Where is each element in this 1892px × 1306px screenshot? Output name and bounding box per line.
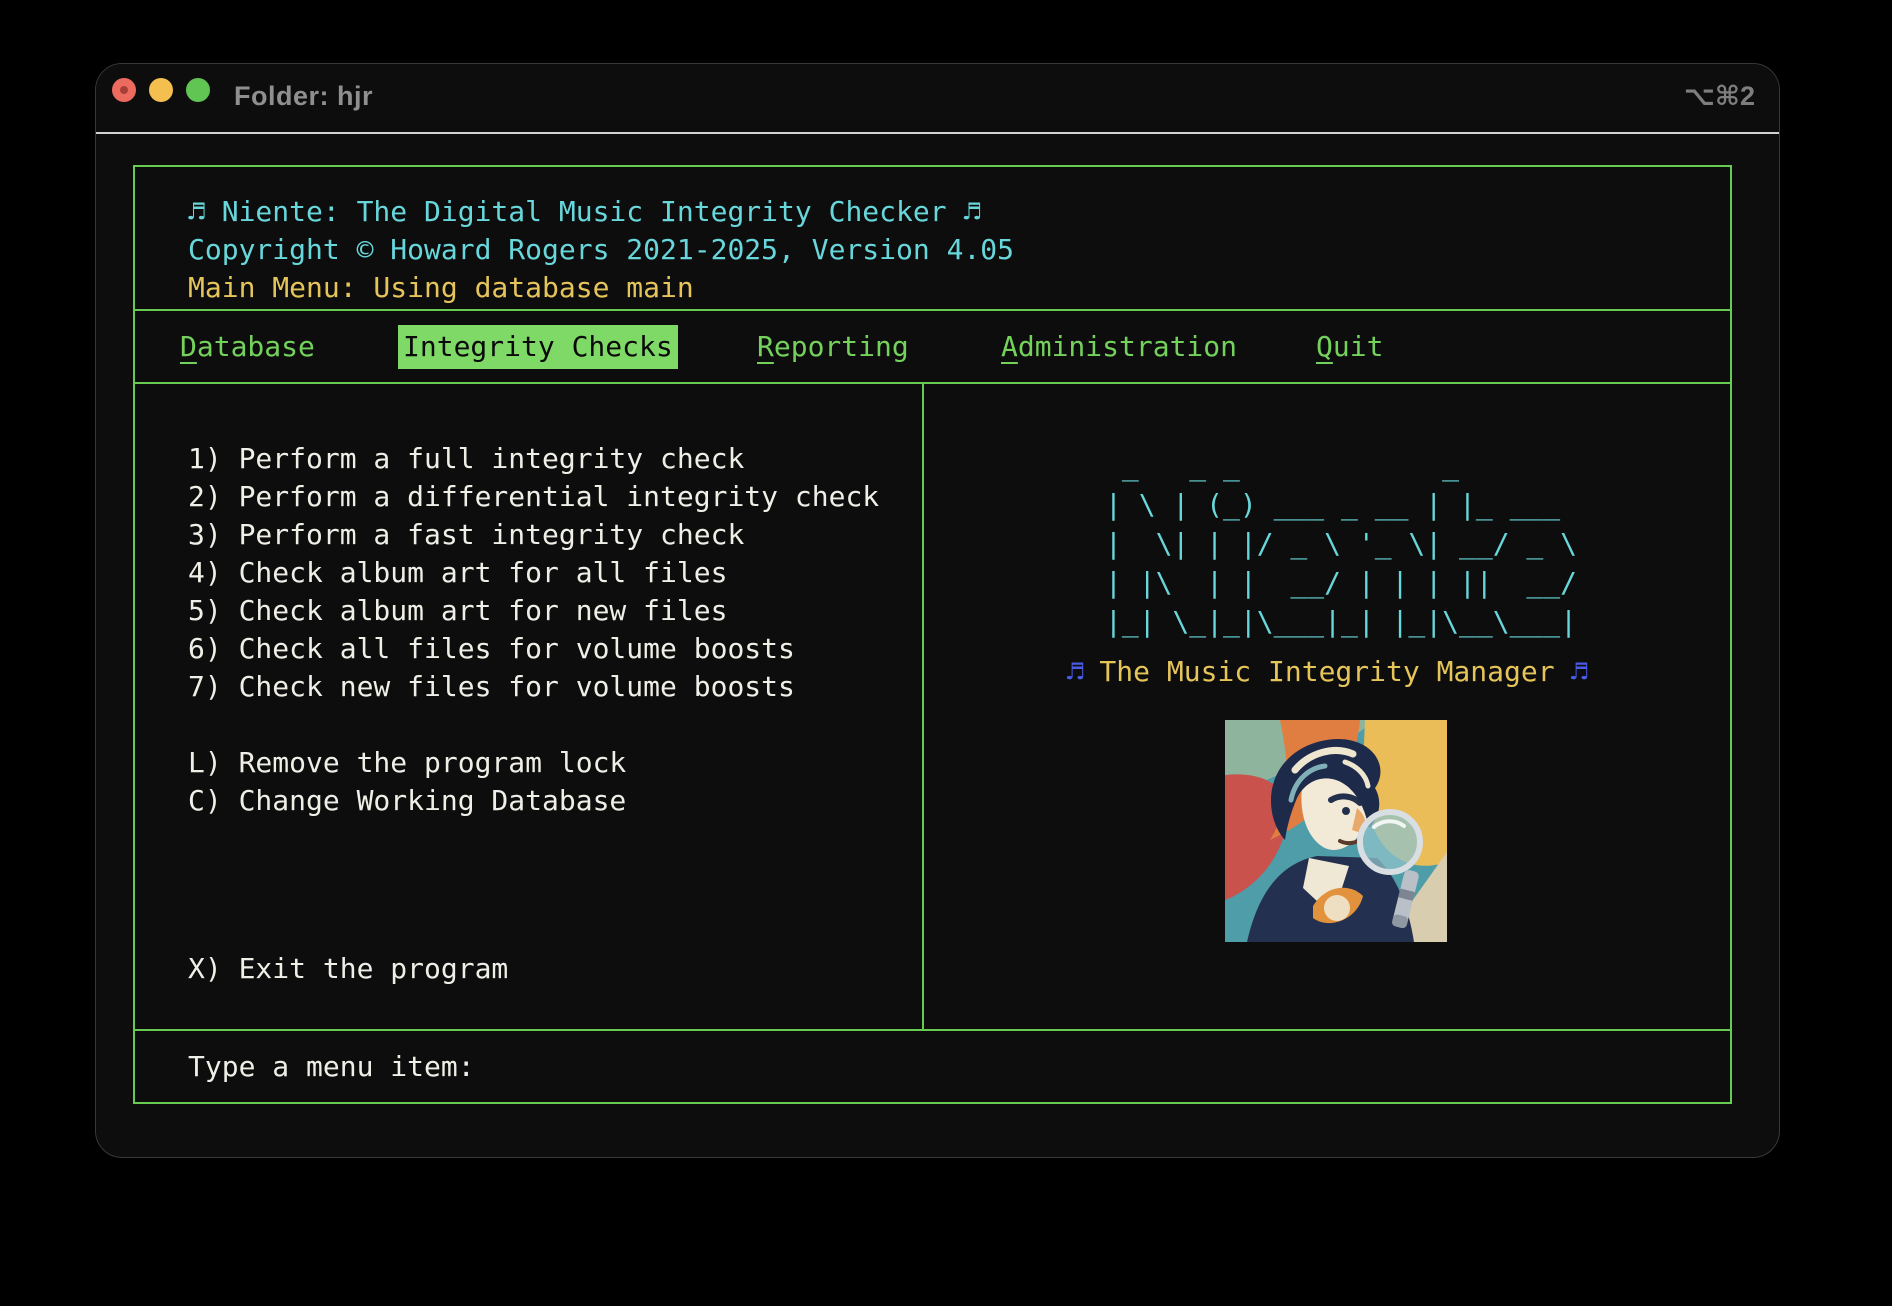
menu-item-volume-all[interactable]: 6) Check all files for volume boosts: [188, 630, 922, 668]
menu-item-exit[interactable]: X) Exit the program: [188, 950, 922, 988]
traffic-lights: [112, 78, 210, 102]
branding-panel: _ _ _ _ | \ | (_) ___ _ __ | |_ ___ | \|…: [924, 384, 1730, 1029]
menu-item-change-database[interactable]: C) Change Working Database: [188, 782, 922, 820]
copyright-line: Copyright © Howard Rogers 2021-2025, Ver…: [188, 231, 1730, 269]
niente-ascii-logo: _ _ _ _ | \ | (_) ___ _ __ | |_ ___ | \|…: [1105, 446, 1577, 641]
command-prompt[interactable]: Type a menu item:: [135, 1029, 1730, 1102]
menubar-item-database[interactable]: Database: [180, 328, 315, 366]
menubar-item-reporting[interactable]: Reporting: [757, 328, 909, 366]
app-title: ♬ Niente: The Digital Music Integrity Ch…: [188, 193, 1730, 231]
tagline: ♬ The Music Integrity Manager ♬: [924, 653, 1730, 691]
menu-item-volume-new[interactable]: 7) Check new files for volume boosts: [188, 668, 922, 706]
beethoven-illustration: [1225, 720, 1447, 942]
titlebar: Folder: hjr ⌥⌘2: [96, 64, 1779, 134]
window-title: Folder: hjr: [234, 81, 373, 112]
status-line: Main Menu: Using database main: [188, 269, 1730, 307]
menubar-item-integrity-checks[interactable]: Integrity Checks: [398, 325, 678, 369]
menu-panel: 1) Perform a full integrity check 2) Per…: [135, 384, 924, 1029]
app-header: ♬ Niente: The Digital Music Integrity Ch…: [135, 167, 1730, 309]
music-note-icon: ♬: [1067, 655, 1084, 688]
prompt-label: Type a menu item:: [188, 1048, 475, 1086]
close-button[interactable]: [112, 78, 136, 102]
menu-item-full-check[interactable]: 1) Perform a full integrity check: [188, 440, 922, 478]
beethoven-image: [1225, 720, 1447, 942]
menu-item-differential-check[interactable]: 2) Perform a differential integrity chec…: [188, 478, 922, 516]
menubar: Database Integrity Checks Reporting Admi…: [135, 309, 1730, 382]
menu-item-remove-lock[interactable]: L) Remove the program lock: [188, 744, 922, 782]
zoom-button[interactable]: [186, 78, 210, 102]
tui-frame: ♬ Niente: The Digital Music Integrity Ch…: [133, 165, 1732, 1104]
menubar-item-quit[interactable]: Quit: [1316, 328, 1383, 366]
minimize-button[interactable]: [149, 78, 173, 102]
menu-item-fast-check[interactable]: 3) Perform a fast integrity check: [188, 516, 922, 554]
main-area: 1) Perform a full integrity check 2) Per…: [135, 382, 1730, 1029]
menu-item-album-art-all[interactable]: 4) Check album art for all files: [188, 554, 922, 592]
window-shortcut-hint: ⌥⌘2: [1684, 81, 1755, 112]
menubar-item-administration[interactable]: Administration: [1001, 328, 1237, 366]
tagline-text: The Music Integrity Manager: [1099, 655, 1554, 688]
menu-item-album-art-new[interactable]: 5) Check album art for new files: [188, 592, 922, 630]
music-note-icon: ♬: [1571, 655, 1588, 688]
terminal-window: Folder: hjr ⌥⌘2 ♬ Niente: The Digital Mu…: [96, 64, 1779, 1157]
